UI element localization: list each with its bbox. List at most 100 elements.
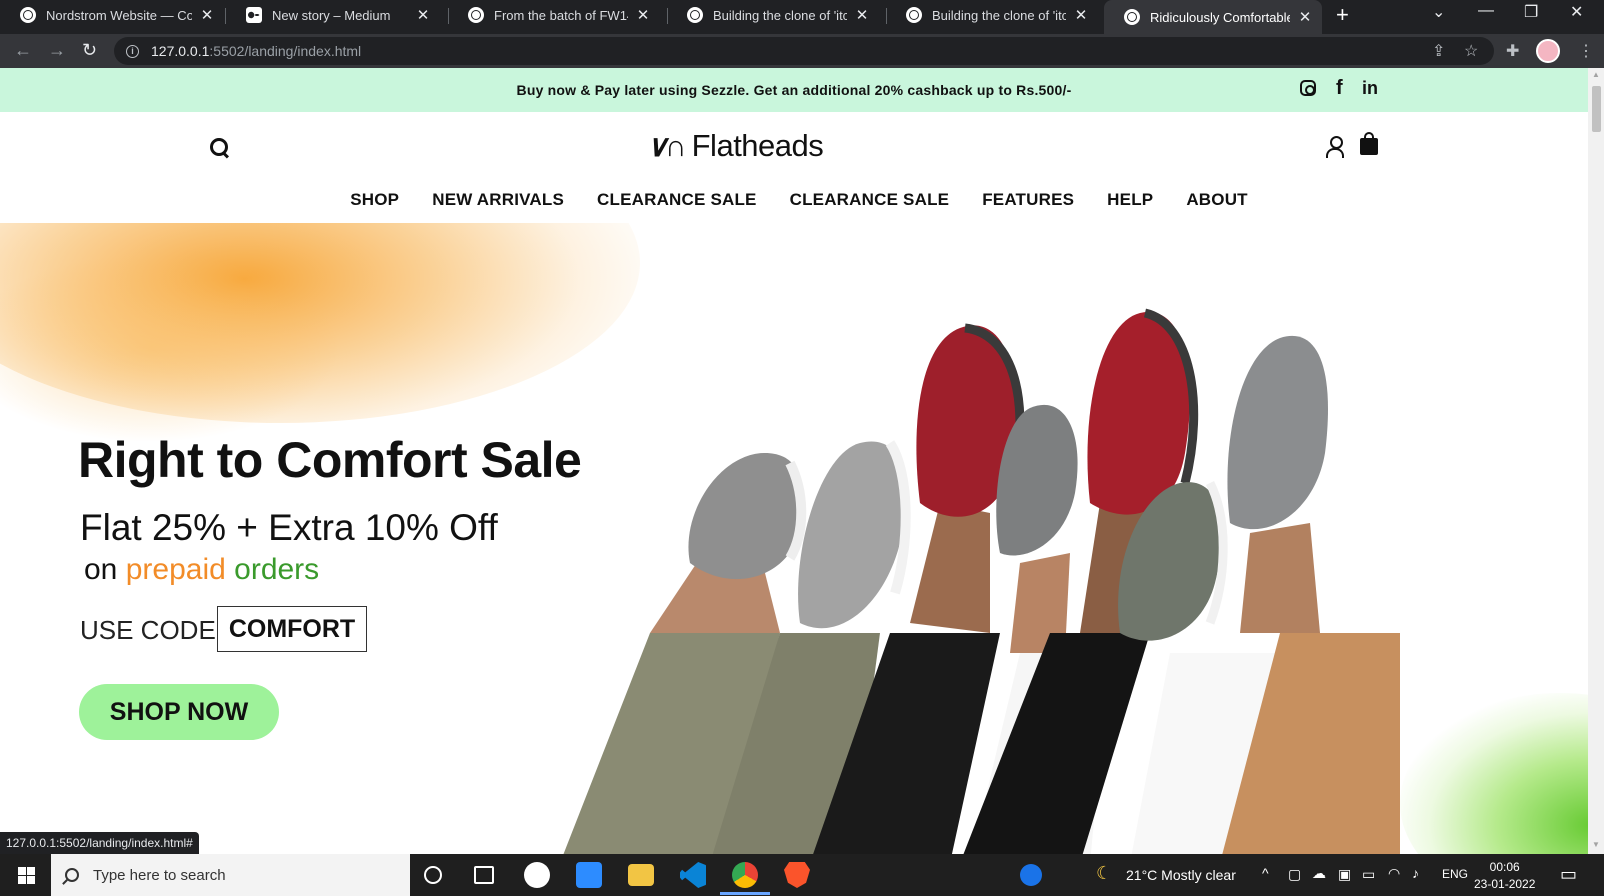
back-icon[interactable]: ← (14, 40, 32, 61)
nav-item-help[interactable]: HELP (1107, 190, 1153, 210)
logo-mark-icon: ∨∩ (646, 129, 687, 163)
new-tab-button[interactable]: + (1336, 2, 1349, 28)
browser-toolbar: ← → ↻ i 127.0.0.1:5502/landing/index.htm… (0, 34, 1604, 68)
globe-icon (906, 7, 922, 23)
meet-now-icon[interactable]: ▢ (1288, 866, 1301, 883)
page-scrollbar[interactable]: ▲ ▼ (1588, 68, 1604, 854)
scroll-down-icon[interactable]: ▼ (1592, 840, 1600, 849)
minimize-icon[interactable]: — (1478, 2, 1494, 20)
instagram-icon[interactable] (1300, 80, 1316, 96)
scroll-thumb[interactable] (1592, 86, 1601, 132)
tab-title: Nordstrom Website — Con (46, 7, 192, 23)
globe-icon (687, 7, 703, 23)
nav-item-new-arrivals[interactable]: NEW ARRIVALS (432, 190, 564, 210)
tab-title: Ridiculously Comfortable Sl (1150, 9, 1290, 25)
browser-tab[interactable]: From the batch of FW14 fro ✕ (448, 0, 660, 30)
nav-item-clearance-sale-2[interactable]: CLEARANCE SALE (790, 190, 950, 210)
language-indicator[interactable]: ENG (1442, 867, 1468, 881)
address-bar[interactable]: i 127.0.0.1:5502/landing/index.html (114, 37, 1494, 65)
status-bar-url: 127.0.0.1:5502/landing/index.html# (0, 832, 199, 854)
taskbar-clock[interactable]: 00:06 23-01-2022 (1474, 859, 1535, 893)
chrome-icon[interactable] (720, 862, 770, 895)
announcement-bar: Buy now & Pay later using Sezzle. Get an… (0, 68, 1588, 112)
menu-icon[interactable]: ⋮ (1578, 41, 1594, 61)
close-icon[interactable]: ✕ (636, 6, 650, 24)
announcement-text: Buy now & Pay later using Sezzle. Get an… (516, 82, 1072, 98)
browser-tab[interactable]: Nordstrom Website — Con ✕ (0, 0, 224, 30)
brave-icon[interactable] (784, 862, 810, 888)
browser-tab[interactable]: Building the clone of 'itcsto ✕ (886, 0, 1098, 30)
nav-item-shop[interactable]: SHOP (350, 190, 399, 210)
windows-start-icon[interactable] (18, 867, 35, 884)
tab-title: New story – Medium (272, 7, 391, 23)
notifications-icon[interactable]: ▭ (1560, 864, 1577, 885)
browser-tab[interactable]: New story – Medium ✕ (226, 0, 440, 30)
info-icon[interactable]: i (126, 44, 139, 58)
close-icon[interactable]: ✕ (1298, 8, 1312, 26)
hero-sub-on: on (84, 553, 118, 586)
tab-title: From the batch of FW14 fro (494, 7, 628, 23)
shop-now-button[interactable]: SHOP NOW (79, 684, 279, 740)
battery-icon[interactable]: ▭ (1362, 866, 1375, 883)
browser-tab-active[interactable]: Ridiculously Comfortable Sl ✕ (1104, 0, 1322, 34)
taskbar-search-placeholder: Type here to search (93, 866, 226, 884)
zoom-icon[interactable] (576, 862, 602, 888)
cortana-icon[interactable] (424, 866, 442, 884)
forward-icon[interactable]: → (48, 40, 66, 61)
task-view-icon[interactable] (474, 866, 494, 884)
nav-item-about[interactable]: ABOUT (1186, 190, 1247, 210)
github-desktop-icon[interactable] (524, 862, 550, 888)
browser-tab[interactable]: Building the clone of 'itcsto ✕ (667, 0, 879, 30)
taskbar-search-box[interactable]: Type here to search (51, 854, 410, 896)
user-account-icon[interactable] (1326, 136, 1344, 158)
globe-icon (1124, 9, 1140, 25)
linkedin-icon[interactable]: in (1362, 78, 1378, 99)
logo-text: Flatheads (691, 128, 824, 163)
close-icon[interactable]: ✕ (855, 6, 869, 24)
main-navigation: SHOP NEW ARRIVALS CLEARANCE SALE CLEARAN… (0, 190, 1588, 210)
scroll-up-icon[interactable]: ▲ (1592, 70, 1600, 79)
help-icon[interactable] (1020, 864, 1042, 886)
search-icon (65, 868, 79, 882)
url-path: :5502/landing/index.html (209, 43, 362, 59)
close-icon[interactable]: ✕ (1074, 6, 1088, 24)
restore-icon[interactable]: ❐ (1524, 2, 1538, 22)
hero-offer: Flat 25% + Extra 10% Off (80, 507, 498, 548)
clock-time: 00:06 (1489, 860, 1520, 874)
medium-icon (246, 7, 262, 23)
chevron-up-icon[interactable]: ^ (1262, 865, 1269, 881)
hero-sub-orders: orders (234, 553, 320, 586)
coupon-code: COMFORT (217, 606, 367, 652)
globe-icon (20, 7, 36, 23)
hero-shoes-image (563, 308, 1400, 854)
wifi-icon[interactable]: ◠ (1388, 865, 1400, 882)
tab-search-icon[interactable]: ⌄ (1432, 2, 1445, 22)
extensions-icon[interactable]: ✚ (1506, 41, 1519, 61)
vscode-icon[interactable] (680, 862, 706, 888)
shopping-bag-icon[interactable] (1360, 132, 1378, 155)
logo[interactable]: ∨∩ Flatheads (646, 128, 824, 164)
facebook-icon[interactable]: f (1336, 77, 1343, 100)
search-icon[interactable] (210, 138, 230, 158)
globe-icon (468, 7, 484, 23)
close-icon[interactable]: ✕ (416, 6, 430, 24)
hero-subtitle: on prepaid orders (84, 553, 319, 587)
file-explorer-icon[interactable] (628, 864, 654, 886)
nav-item-clearance-sale[interactable]: CLEARANCE SALE (597, 190, 757, 210)
onedrive-icon[interactable]: ☁ (1312, 865, 1326, 882)
hero-title: Right to Comfort Sale (78, 432, 582, 488)
profile-avatar[interactable] (1536, 39, 1560, 63)
nav-item-features[interactable]: FEATURES (982, 190, 1074, 210)
tab-title: Building the clone of 'itcsto (713, 7, 847, 23)
share-icon[interactable]: ⇪ (1432, 41, 1445, 61)
volume-icon[interactable]: ♪ (1412, 865, 1419, 881)
reload-icon[interactable]: ↻ (82, 40, 97, 61)
device-icon[interactable]: ▣ (1338, 866, 1351, 883)
window-close-icon[interactable]: ✕ (1570, 2, 1583, 22)
bookmark-star-icon[interactable]: ☆ (1464, 41, 1478, 61)
hero-banner: Right to Comfort Sale Flat 25% + Extra 1… (0, 223, 1588, 854)
weather-text[interactable]: 21°C Mostly clear (1126, 867, 1236, 883)
hero-sub-prepaid: prepaid (125, 553, 226, 586)
close-icon[interactable]: ✕ (200, 6, 214, 24)
browser-tab-strip: Nordstrom Website — Con ✕ New story – Me… (0, 0, 1604, 34)
